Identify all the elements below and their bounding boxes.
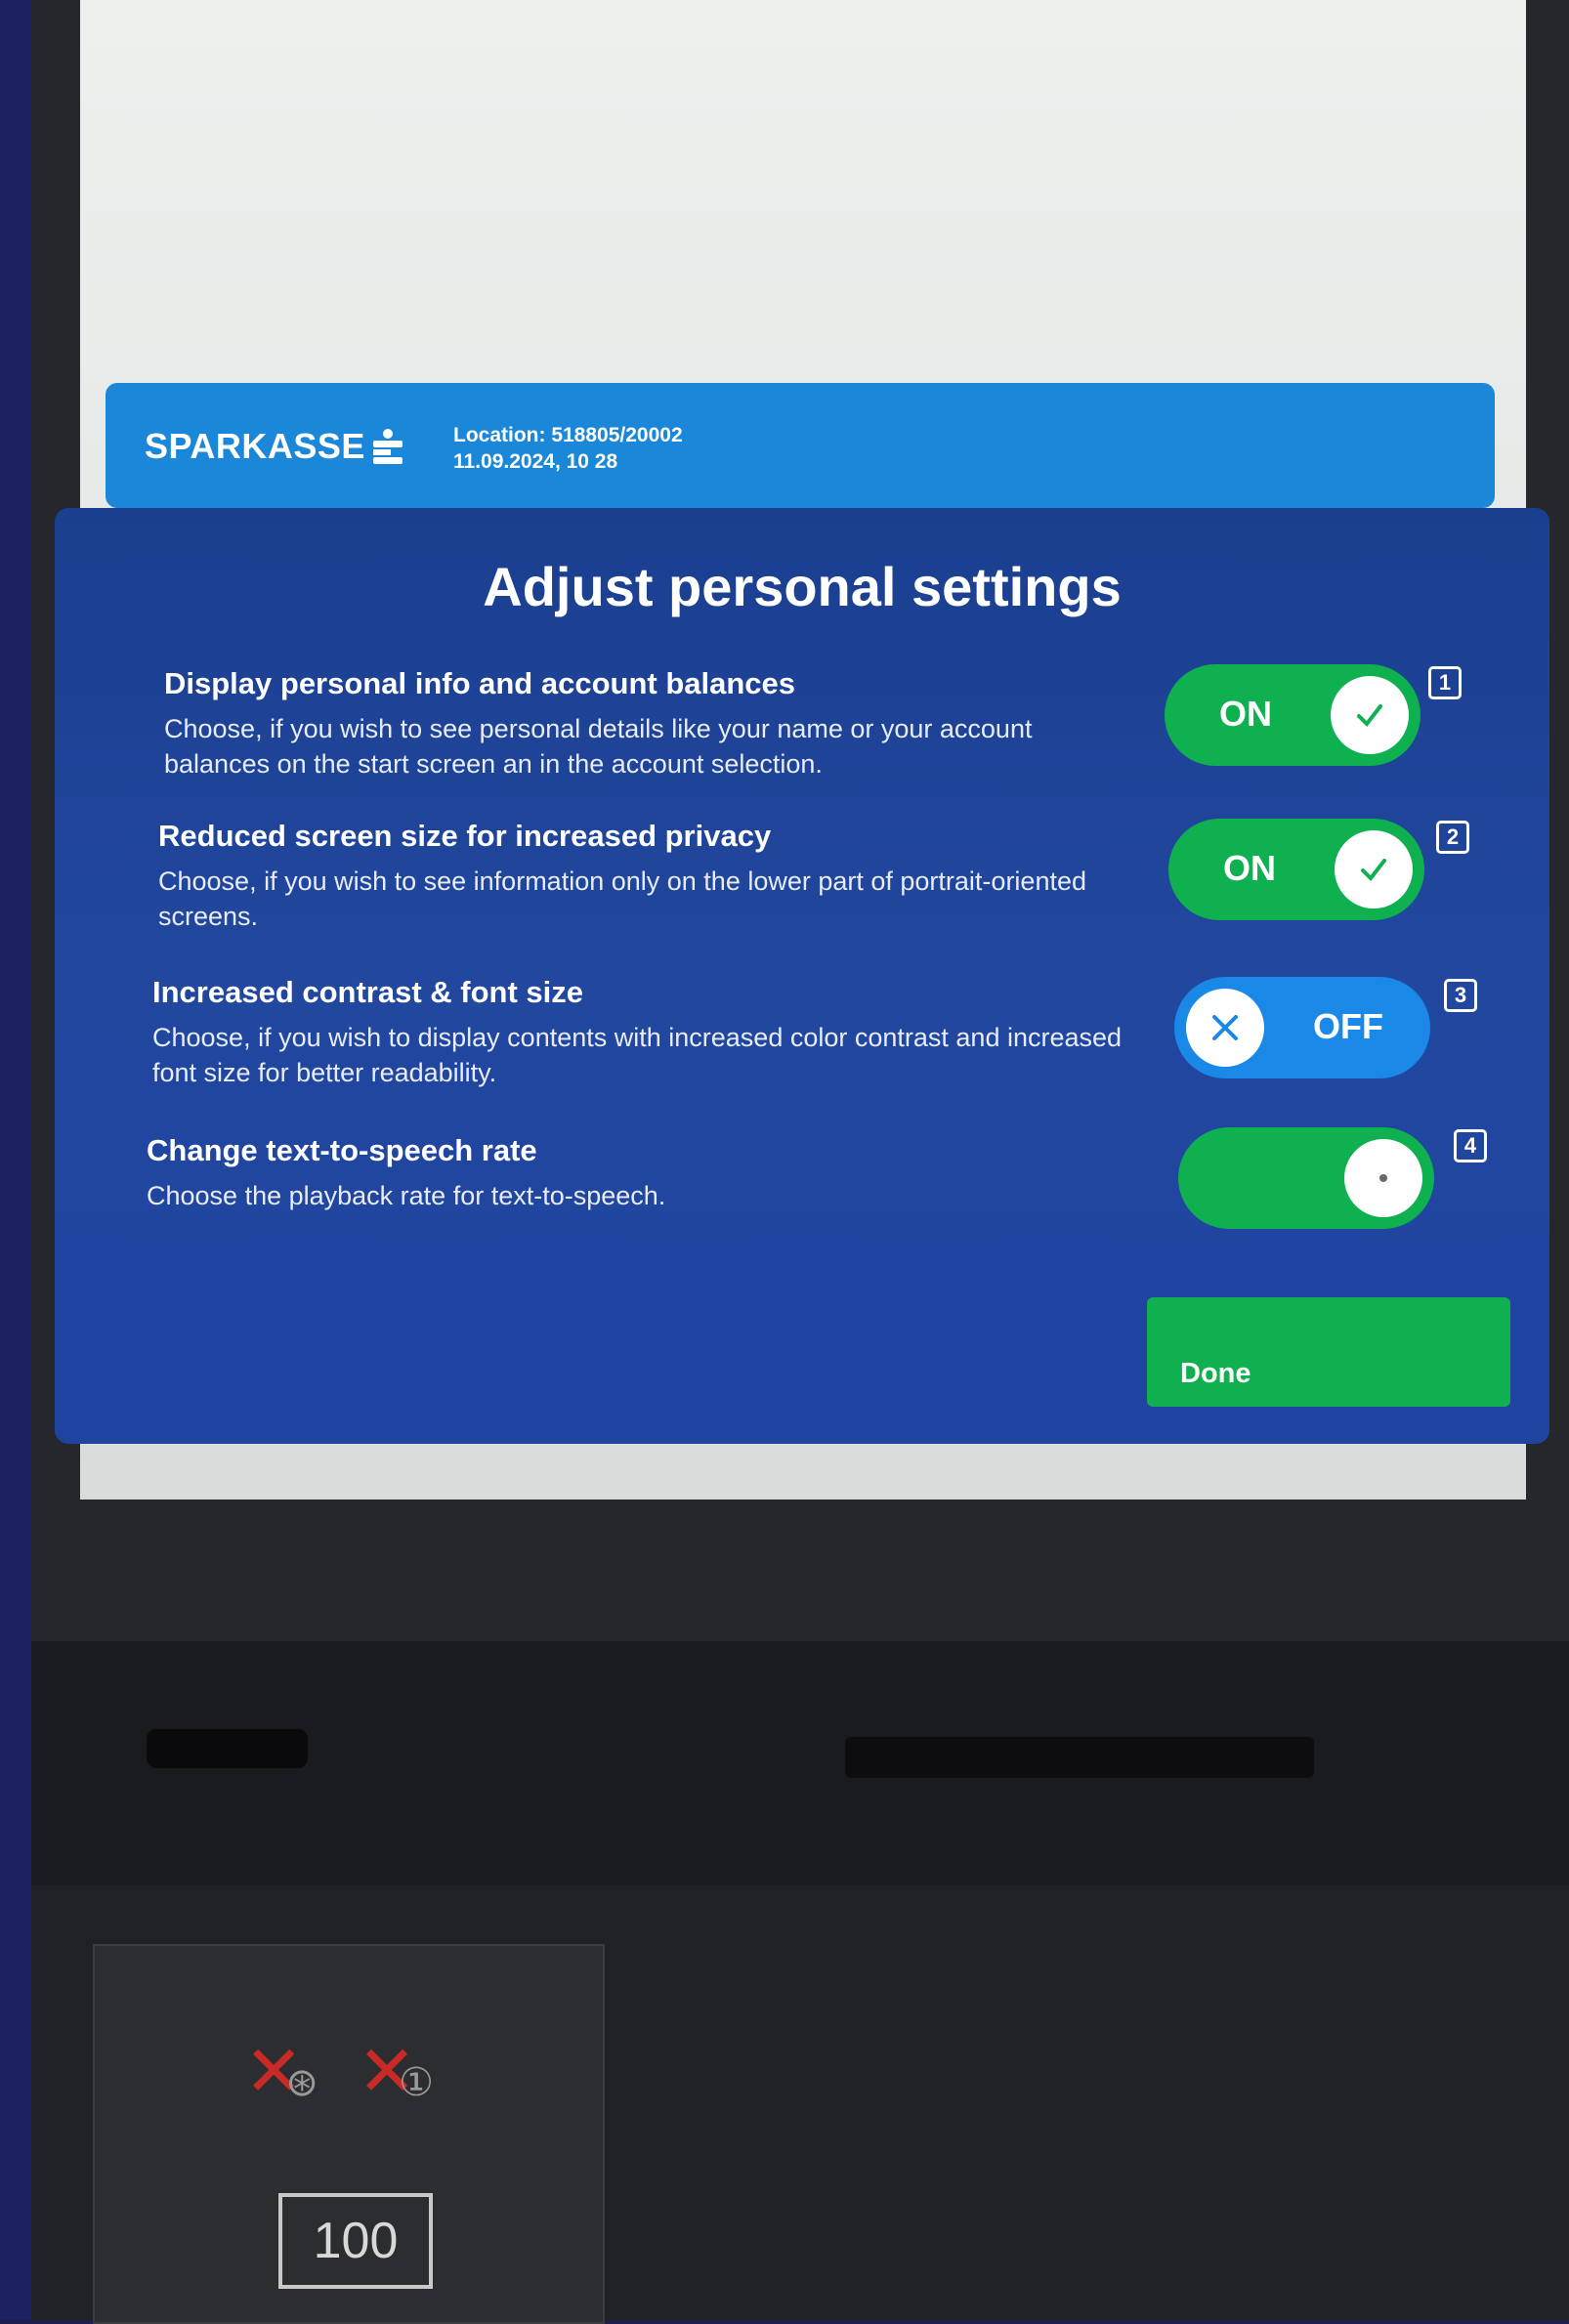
setting-description: Choose, if you wish to see personal deta… [164,714,1033,779]
check-icon [1335,830,1413,908]
check-icon [1331,676,1409,754]
toggle-state-label: ON [1219,694,1272,734]
setting-description: Choose, if you wish to display contents … [152,1023,1123,1087]
brand: SPARKASSE [145,426,403,467]
toggle-state-label: ON [1223,848,1276,888]
setting-title: Change text-to-speech rate [147,1133,537,1167]
toggle-state-label: OFF [1313,1006,1383,1046]
done-button-label: Done [1180,1358,1251,1389]
setting-title: Reduced screen size for increased privac… [158,819,772,853]
setting-contrast: Increased contrast & font size Choose, i… [152,975,1129,1090]
header-bar: SPARKASSE Location: 518805/20002 11.09.2… [106,383,1495,508]
help-badge-4[interactable]: 4 [1454,1129,1487,1162]
setting-personal-info: Display personal info and account balanc… [164,666,1122,782]
brand-name: SPARKASSE [145,426,365,466]
toggle-reduced-screen[interactable]: ON [1168,819,1424,920]
setting-tts-rate: Change text-to-speech rate Choose the pl… [147,1133,1124,1213]
location-id: Location: 518805/20002 [453,424,683,446]
help-badge-2[interactable]: 2 [1436,821,1469,854]
setting-title: Display personal info and account balanc… [164,666,796,700]
setting-description: Choose the playback rate for text-to-spe… [147,1181,666,1210]
setting-reduced-screen: Reduced screen size for increased privac… [158,819,1116,934]
setting-title: Increased contrast & font size [152,975,584,1009]
receipt-slot [845,1737,1314,1778]
datetime: 11.09.2024, 10 28 [453,450,618,473]
help-badge-3[interactable]: 3 [1444,979,1477,1012]
no-coin-mark-2: ✕① [357,2033,435,2111]
card-slot [147,1729,308,1768]
toggle-tts-rate[interactable] [1178,1127,1434,1229]
toggle-personal-info[interactable]: ON [1165,664,1421,766]
help-badge-1[interactable]: 1 [1428,666,1462,699]
sparkasse-logo-icon [372,429,403,464]
toggle-contrast[interactable]: OFF [1174,977,1430,1078]
done-button[interactable]: Done [1147,1297,1510,1407]
no-coins-icon: ✕⊛ ✕① [244,2037,434,2107]
left-edge [0,0,31,2320]
page-title: Adjust personal settings [483,556,1122,617]
banknote-icon: 100 [278,2193,433,2289]
settings-panel: Adjust personal settings Display persona… [55,508,1549,1444]
banknote-value: 100 [313,2213,399,2269]
no-coin-mark-1: ✕⊛ [244,2033,318,2111]
setting-description: Choose, if you wish to see information o… [158,866,1086,931]
close-icon [1186,989,1264,1067]
dot-icon [1344,1139,1422,1217]
location-info: Location: 518805/20002 11.09.2024, 10 28 [453,422,683,475]
